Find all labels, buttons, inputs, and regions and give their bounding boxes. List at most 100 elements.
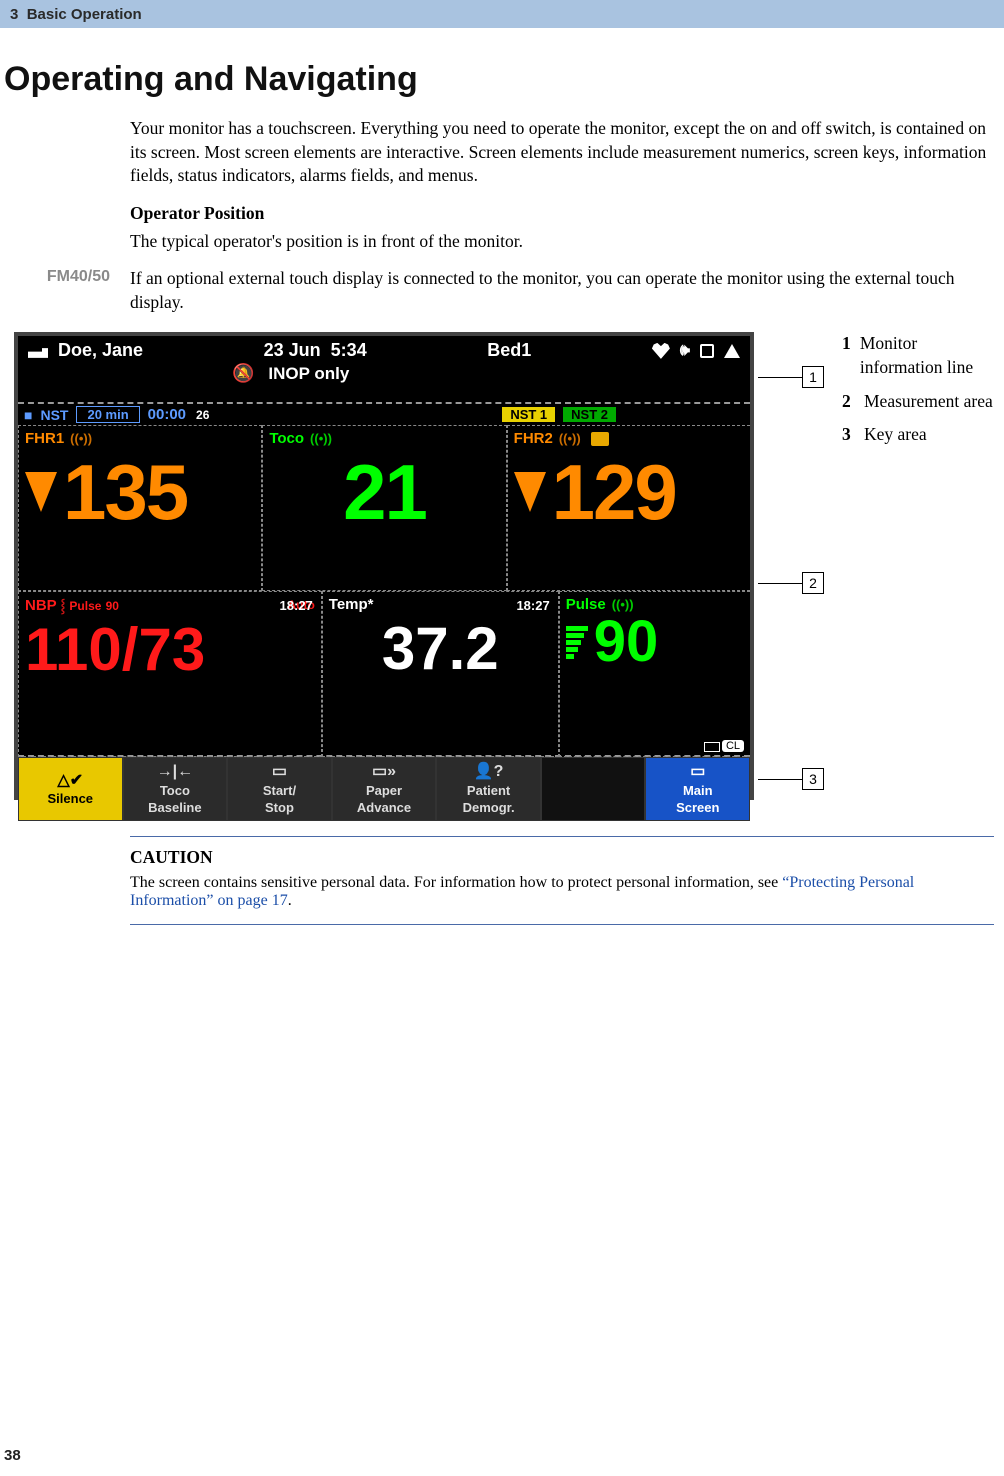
- caution-block: CAUTION The screen contains sensitive pe…: [130, 836, 994, 925]
- spacer-key: [541, 757, 646, 821]
- key-label2: Stop: [265, 801, 294, 816]
- fhr1-value: 135: [63, 453, 187, 531]
- nbp-pulse-value: 90: [106, 599, 119, 613]
- nst-strip[interactable]: ■ NST 20 min 00:00 26 NST 1 NST 2: [18, 404, 750, 425]
- start-stop-key[interactable]: ▭ Start/ Stop: [227, 757, 332, 821]
- figure-legend: 1 Monitor information line 2 Measurement…: [842, 332, 1002, 457]
- intro-paragraph: Your monitor has a touchscreen. Everythi…: [130, 117, 994, 188]
- fhr1-cell[interactable]: FHR1 ((•)) 135: [18, 425, 262, 591]
- date-field[interactable]: 23 Jun: [264, 340, 321, 361]
- callout-number: 2: [802, 572, 824, 594]
- monitor-screenshot: Doe, Jane 23 Jun 5:34 Bed1 🕪: [14, 332, 754, 800]
- legend-num: 1: [842, 332, 860, 379]
- patient-name[interactable]: Doe, Jane: [58, 340, 143, 361]
- fhr2-cell[interactable]: FHR2 ((•)) 129: [507, 425, 750, 591]
- down-triangle-icon: [25, 472, 57, 512]
- inop-status[interactable]: INOP only: [268, 364, 349, 384]
- nst2-badge[interactable]: NST 2: [563, 407, 616, 422]
- callout-number: 1: [802, 366, 824, 388]
- battery-icon: [704, 742, 720, 752]
- key-area: △✔ Silence →|← Toco Baseline ▭ Start/ St…: [18, 757, 750, 821]
- caution-text: The screen contains sensitive personal d…: [130, 874, 994, 910]
- key-label: Paper: [366, 784, 402, 799]
- alarm-paused-icon: 🕪: [680, 342, 690, 360]
- operator-position-heading: Operator Position: [130, 202, 994, 226]
- nbp-time: 18:27: [280, 598, 313, 613]
- monitor-figure-wrapper: Doe, Jane 23 Jun 5:34 Bed1 🕪: [14, 332, 824, 800]
- recorder-icon: ▭: [272, 763, 287, 781]
- patient-demogr-key[interactable]: 👤? Patient Demogr.: [436, 757, 541, 821]
- legend-text: Measurement area: [864, 390, 993, 414]
- key-label: Patient: [467, 784, 510, 799]
- down-triangle-icon: [514, 472, 546, 512]
- signal-icon: ((•)): [612, 597, 634, 612]
- toco-value: 21: [343, 453, 426, 531]
- nst-label: NST: [40, 407, 68, 423]
- paper-advance-icon: ▭»: [372, 763, 396, 781]
- legend-text: Monitor information line: [860, 332, 1002, 379]
- page-number: 38: [4, 1447, 21, 1464]
- legend-num: 2: [842, 390, 864, 414]
- operator-position-text: The typical operator's position is in fr…: [130, 230, 994, 254]
- paper-advance-key[interactable]: ▭» Paper Advance: [332, 757, 437, 821]
- nbp-pulse-label: Pulse: [69, 599, 101, 613]
- legend-num: 3: [842, 423, 864, 447]
- toco-cell[interactable]: Toco ((•)) 21: [262, 425, 506, 591]
- monitor-information-line[interactable]: Doe, Jane 23 Jun 5:34 Bed1 🕪: [18, 336, 750, 404]
- heart-icon: [652, 343, 670, 359]
- key-label2: Baseline: [148, 801, 201, 816]
- nst1-badge[interactable]: NST 1: [502, 407, 555, 422]
- silence-key[interactable]: △✔ Silence: [18, 757, 123, 821]
- toco-baseline-icon: →|←: [157, 763, 193, 781]
- speaker-icon: [591, 432, 609, 446]
- caution-text-before: The screen contains sensitive personal d…: [130, 874, 782, 891]
- nbp-label: NBP: [25, 597, 56, 614]
- caution-rule-bottom: [130, 924, 994, 925]
- caution-text-after: .: [288, 892, 292, 909]
- callout-number: 3: [802, 768, 824, 790]
- pulse-cell[interactable]: Pulse ((•)) 90 CL: [559, 591, 750, 757]
- profile-icon[interactable]: [700, 344, 714, 358]
- chapter-sep: [18, 6, 26, 23]
- chapter-number: 3: [10, 6, 18, 23]
- toco-baseline-key[interactable]: →|← Toco Baseline: [123, 757, 228, 821]
- key-label: Main: [683, 784, 713, 799]
- section-heading: Operating and Navigating: [4, 60, 1004, 99]
- wifi-icon: ⸾: [61, 598, 66, 613]
- nbp-cell[interactable]: NBP ⸾ Pulse 90 Auto 18:27 110/73: [18, 591, 322, 757]
- cl-badge: CL: [722, 740, 744, 752]
- fhr1-label: FHR1: [25, 430, 64, 447]
- callout-3: 3: [758, 768, 824, 790]
- key-label2: Advance: [357, 801, 411, 816]
- caution-heading: CAUTION: [130, 847, 994, 868]
- alarm-off-icon[interactable]: 🔕: [232, 363, 254, 384]
- temp-cell[interactable]: Temp* 18:27 37.2: [322, 591, 559, 757]
- callout-1: 1: [758, 366, 824, 388]
- toco-label: Toco: [269, 430, 304, 447]
- up-triangle-icon: [724, 344, 740, 358]
- main-screen-key[interactable]: ▭ Main Screen: [645, 757, 750, 821]
- bed-label[interactable]: Bed1: [487, 340, 531, 361]
- fhr2-value: 129: [552, 453, 676, 531]
- caution-rule-top: [130, 836, 994, 837]
- model-margin-label: FM40/50: [0, 267, 130, 286]
- nst-window[interactable]: 20 min: [76, 406, 139, 423]
- legend-text: Key area: [864, 423, 927, 447]
- pulse-value: 90: [594, 613, 659, 671]
- bed-icon: [28, 344, 48, 358]
- temp-time: 18:27: [516, 598, 549, 613]
- key-label: Start/: [263, 784, 296, 799]
- chapter-header: 3 Basic Operation: [0, 0, 1004, 28]
- temp-label: Temp*: [329, 596, 374, 613]
- nst-timer-count: 26: [196, 408, 209, 422]
- key-label: Toco: [160, 784, 190, 799]
- external-display-text: If an optional external touch display is…: [130, 267, 994, 314]
- key-label2: Demogr.: [463, 801, 515, 816]
- callout-2: 2: [758, 572, 824, 594]
- time-field[interactable]: 5:34: [331, 340, 367, 361]
- measurement-area[interactable]: FHR1 ((•)) 135 Toco ((•)): [18, 425, 750, 757]
- fhr2-label: FHR2: [514, 430, 553, 447]
- silence-icon: △✔: [57, 772, 83, 790]
- signal-icon: ((•)): [310, 431, 332, 446]
- signal-icon: ((•)): [559, 431, 581, 446]
